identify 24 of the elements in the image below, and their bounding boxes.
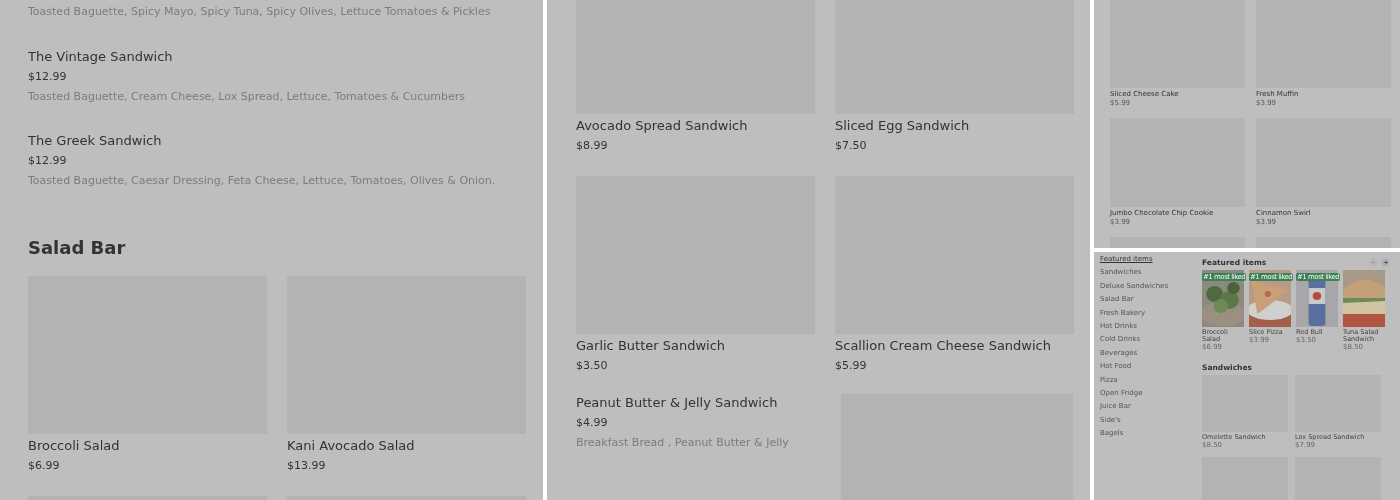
item-description: Toasted Baguette, Cream Cheese, Lox Spread, Lettuce, Tomatoes & Cucumbers <box>28 89 467 105</box>
item-name: Kani Avocado Salad <box>287 437 416 455</box>
item-name: The Greek Sandwich <box>28 132 163 150</box>
item-price: $6.99 <box>28 458 61 474</box>
item-price: $13.99 <box>287 458 327 474</box>
item-name: Broccoli Salad <box>28 437 121 455</box>
next-arrow-icon[interactable] <box>1381 258 1390 267</box>
item-description: Breakfast Bread , Peanut Butter & Jelly <box>576 435 790 451</box>
item-price: $8.99 <box>576 138 609 154</box>
section-title: Salad Bar <box>28 236 127 260</box>
item-price: $12.99 <box>28 153 68 169</box>
item-name: Peanut Butter & Jelly Sandwich <box>576 394 779 412</box>
item-name: The Vintage Sandwich <box>28 48 174 66</box>
item-name: Scallion Cream Cheese Sandwich <box>835 337 1052 355</box>
item-description: Toasted Baguette, Spicy Mayo, Spicy Tuna, Spicy Olives, Lettuce Tomatoes & Pickles <box>28 4 492 20</box>
item-description: Toasted Baguette, Caesar Dressing, Feta Cheese, Lettuce, Tomatoes, Olives & Onion. <box>28 173 497 189</box>
item-price: $7.50 <box>835 138 868 154</box>
item-price: $4.99 <box>576 415 609 431</box>
item-name: Garlic Butter Sandwich <box>576 337 727 355</box>
item-price: $12.99 <box>28 69 68 85</box>
item-name: Avocado Spread Sandwich <box>576 117 749 135</box>
item-price: $3.50 <box>576 358 609 374</box>
item-name: Sliced Egg Sandwich <box>835 117 971 135</box>
item-price: $5.99 <box>835 358 868 374</box>
